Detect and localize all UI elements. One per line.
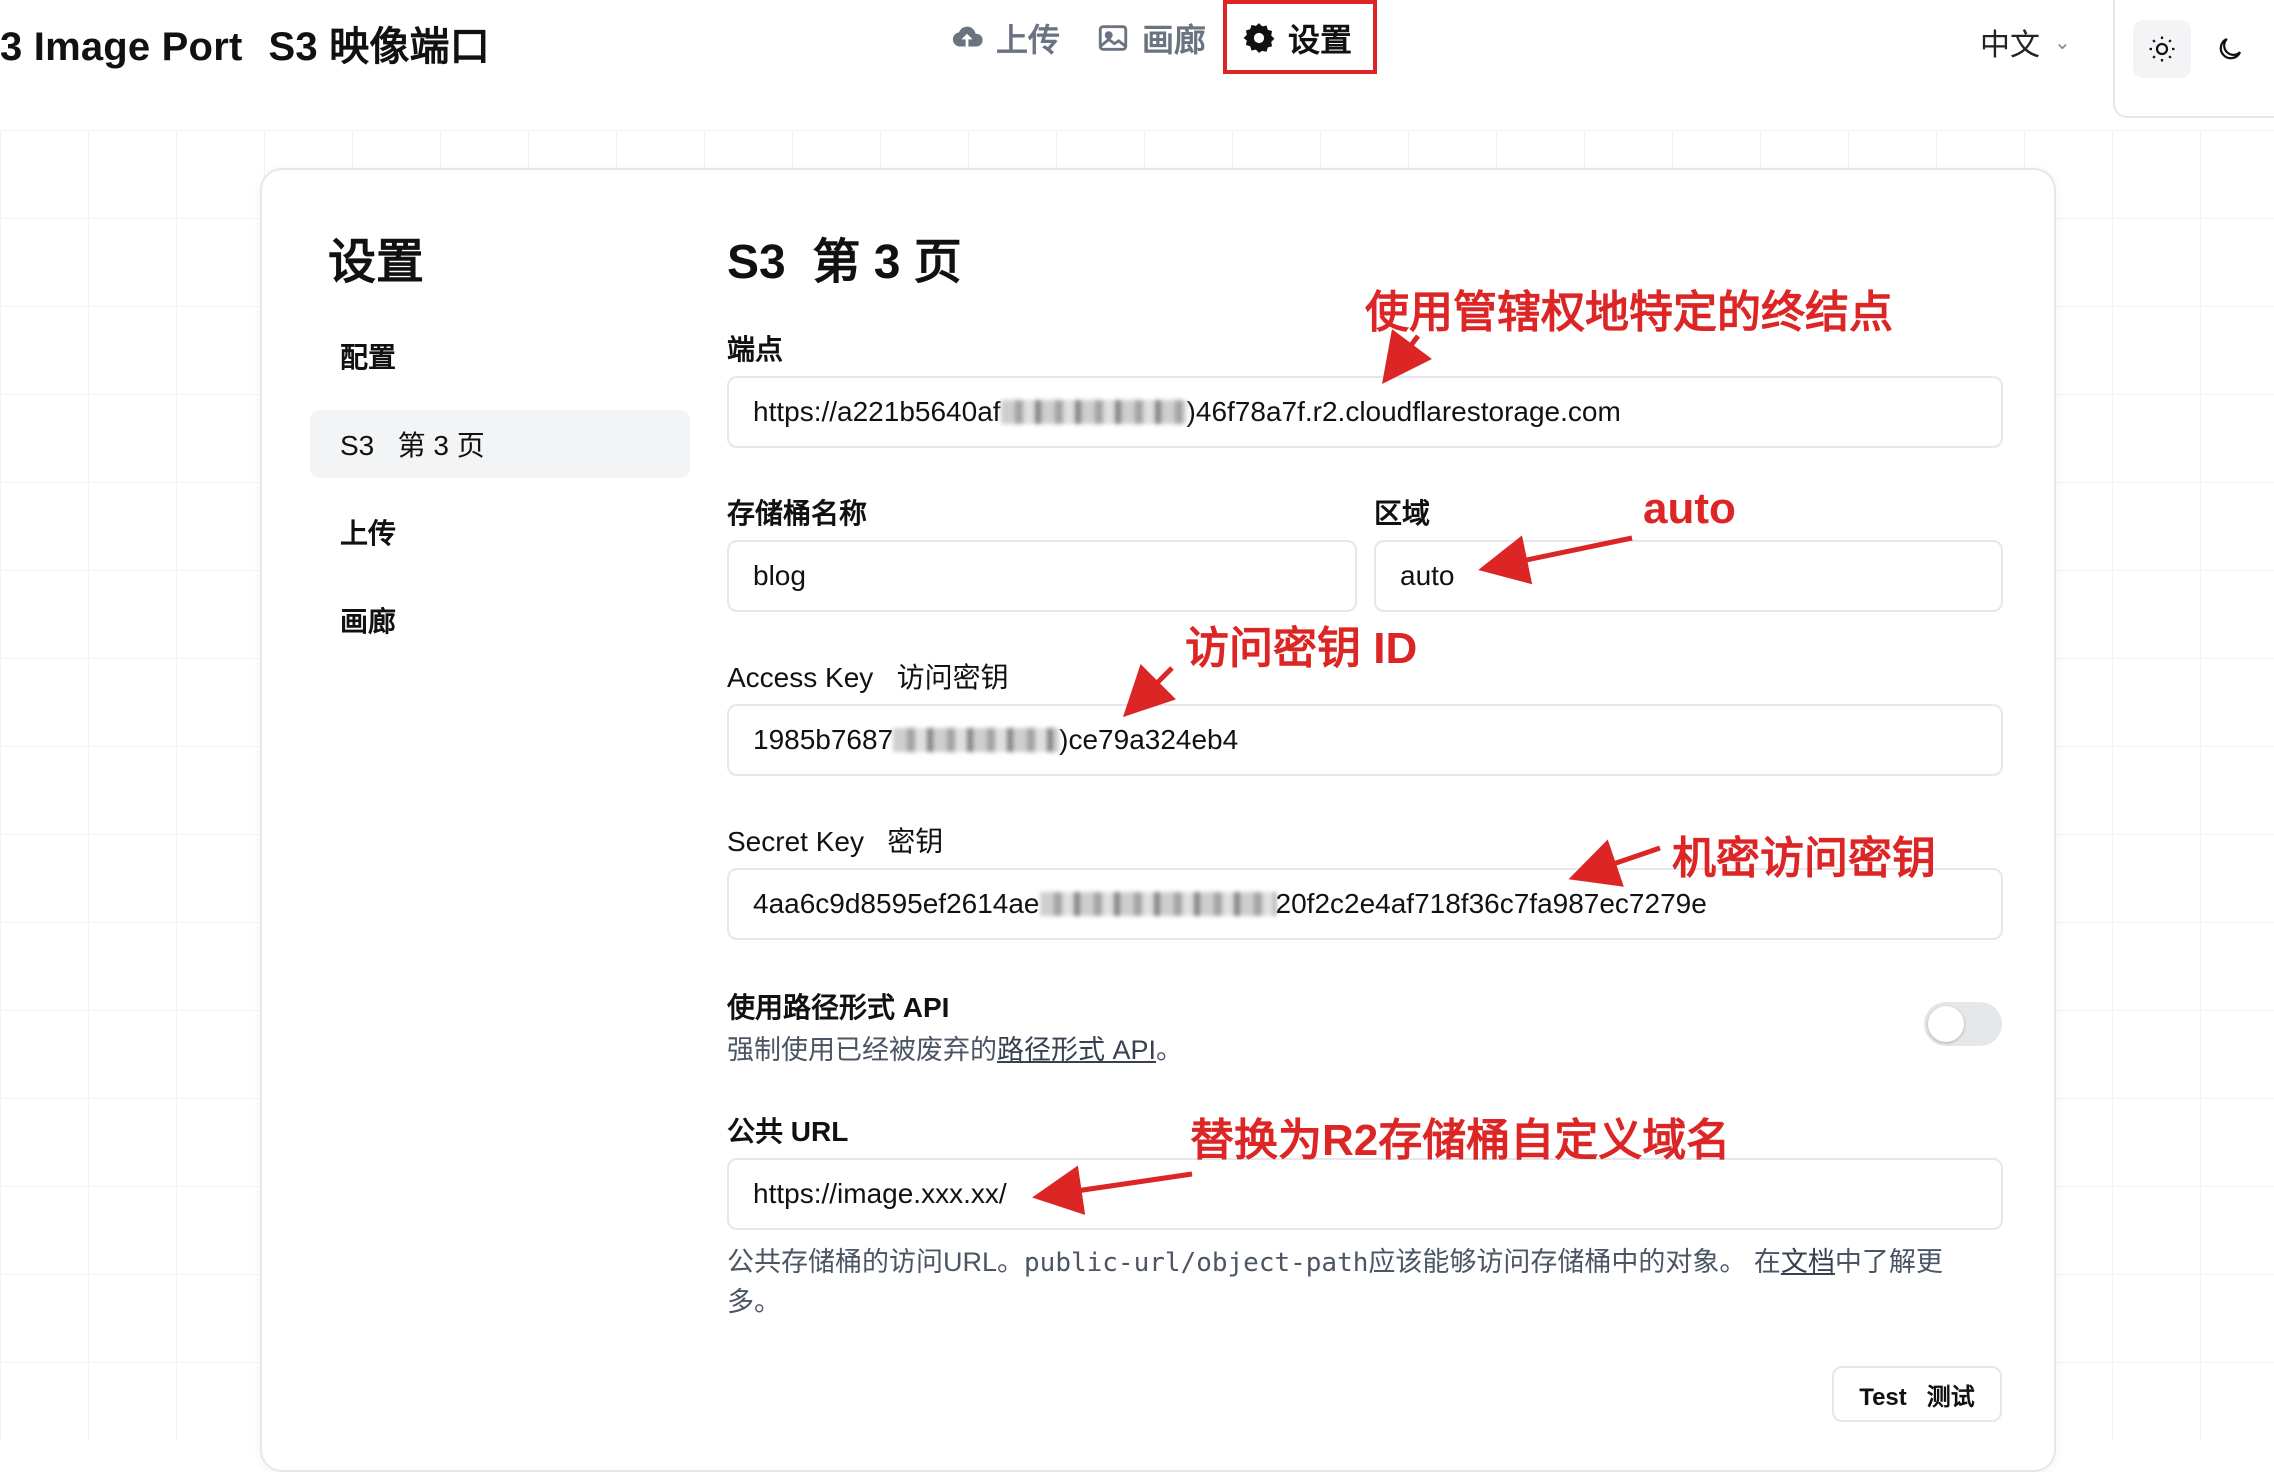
nav-upload-label: 上传: [996, 22, 1061, 58]
annotation-region: auto: [1643, 484, 1736, 533]
public-url-desc-text: 公共存储桶的访问URL。: [727, 1247, 1025, 1277]
path-style-desc-end: 。: [1156, 1035, 1184, 1065]
brand-name: 3 Image Port: [0, 25, 243, 69]
path-style-description: 强制使用已经被废弃的路径形式 API。: [727, 1028, 1183, 1067]
system-mode-button[interactable]: [2265, 20, 2274, 78]
region-label: 区域: [1374, 498, 1431, 529]
sidebar-item-config[interactable]: 配置: [310, 322, 690, 390]
endpoint-value-start: https://a221b5640af: [753, 396, 1001, 427]
secret-key-label: Secret Key 密钥: [727, 826, 944, 857]
page-title: S3 第 3 页: [727, 236, 962, 289]
moon-icon: [2219, 37, 2242, 60]
nav-gallery[interactable]: 画廊: [1096, 10, 1206, 66]
light-mode-button[interactable]: [2133, 20, 2191, 78]
path-style-toggle[interactable]: [1924, 1002, 2002, 1046]
language-select[interactable]: 中文 ⌄: [1980, 20, 2071, 64]
redacted-region: [1000, 400, 1187, 424]
access-key-value-start: 1985b7687: [753, 724, 894, 755]
annotation-public-url: 替换为R2存储桶自定义域名: [1190, 1116, 1731, 1165]
access-key-label: Access Key 访问密钥: [727, 662, 1009, 693]
public-url-desc-text-2: 应该能够访问存储桶中的对象。 在: [1368, 1247, 1781, 1277]
access-key-value-end: )ce79a324eb4: [1059, 724, 1239, 755]
annotation-secret-key: 机密访问密钥: [1672, 834, 1936, 883]
sidebar-item-s3[interactable]: S3 第 3 页: [310, 410, 690, 478]
secret-key-value-start: 4aa6c9d8595ef2614ae: [753, 888, 1040, 919]
language-value: 中文: [1980, 29, 2040, 62]
endpoint-label: 端点: [727, 334, 784, 365]
toggle-knob: [1928, 1006, 1964, 1042]
settings-card: 设置 配置 S3 第 3 页 上传 画廊 S3 第 3 页 端点 https:/…: [260, 168, 2056, 1472]
public-url-label: 公共 URL: [727, 1116, 849, 1147]
sidebar-item-upload[interactable]: 上传: [310, 498, 690, 566]
app-brand[interactable]: 3 Image Port S3 映像端口: [0, 14, 490, 72]
path-style-label: 使用路径形式 API: [727, 992, 950, 1023]
nav-highlight-box: [1223, 0, 1377, 74]
image-icon: [1098, 25, 1128, 51]
public-url-code: public-url/object-path: [1024, 1248, 1369, 1278]
bucket-label: 存储桶名称: [727, 498, 868, 529]
nav-gallery-label: 画廊: [1142, 22, 1207, 58]
annotation-access-key: 访问密钥 ID: [1185, 624, 1418, 673]
test-button[interactable]: Test 测试: [1832, 1366, 2002, 1422]
chevron-down-icon: ⌄: [2054, 31, 2071, 54]
nav-upload[interactable]: 上传: [950, 10, 1060, 66]
path-style-doc-link[interactable]: 路径形式 API: [997, 1035, 1156, 1065]
top-header: 3 Image Port S3 映像端口 上传 画廊 设置 中文 ⌄: [0, 0, 2274, 118]
public-url-desc-text-3: 中了解更: [1834, 1247, 1943, 1277]
public-url-input[interactable]: https://image.xxx.xx/: [727, 1158, 2003, 1230]
path-style-desc-text: 强制使用已经被废弃的: [727, 1035, 997, 1065]
bucket-input[interactable]: blog: [727, 540, 1357, 612]
annotation-endpoint: 使用管辖权地特定的终结点: [1365, 288, 1893, 337]
redacted-region: [893, 728, 1060, 752]
region-input[interactable]: auto: [1374, 540, 2003, 612]
secret-key-value-end: 20f2c2e4af718f36c7fa987ec7279e: [1275, 888, 1707, 919]
public-url-description-end: 多。: [727, 1287, 781, 1317]
brand-subtitle: S3 映像端口: [268, 25, 490, 69]
docs-link[interactable]: 文档: [1781, 1247, 1835, 1277]
sun-icon: [2149, 36, 2175, 62]
sidebar-item-gallery[interactable]: 画廊: [310, 586, 690, 654]
endpoint-input[interactable]: https://a221b5640af )46f78a7f.r2.cloudfla…: [727, 376, 2003, 448]
theme-switcher: [2113, 0, 2274, 118]
sidebar-title: 设置: [328, 236, 425, 289]
dark-mode-button[interactable]: [2201, 20, 2259, 78]
upload-cloud-icon: [952, 26, 983, 47]
public-url-description: 公共存储桶的访问URL。public-url/object-path应该能够访问…: [727, 1240, 1943, 1279]
access-key-input[interactable]: 1985b7687 )ce79a324eb4: [727, 704, 2003, 776]
endpoint-value-end: )46f78a7f.r2.cloudflarestorage.com: [1186, 396, 1621, 427]
redacted-region: [1039, 892, 1276, 916]
